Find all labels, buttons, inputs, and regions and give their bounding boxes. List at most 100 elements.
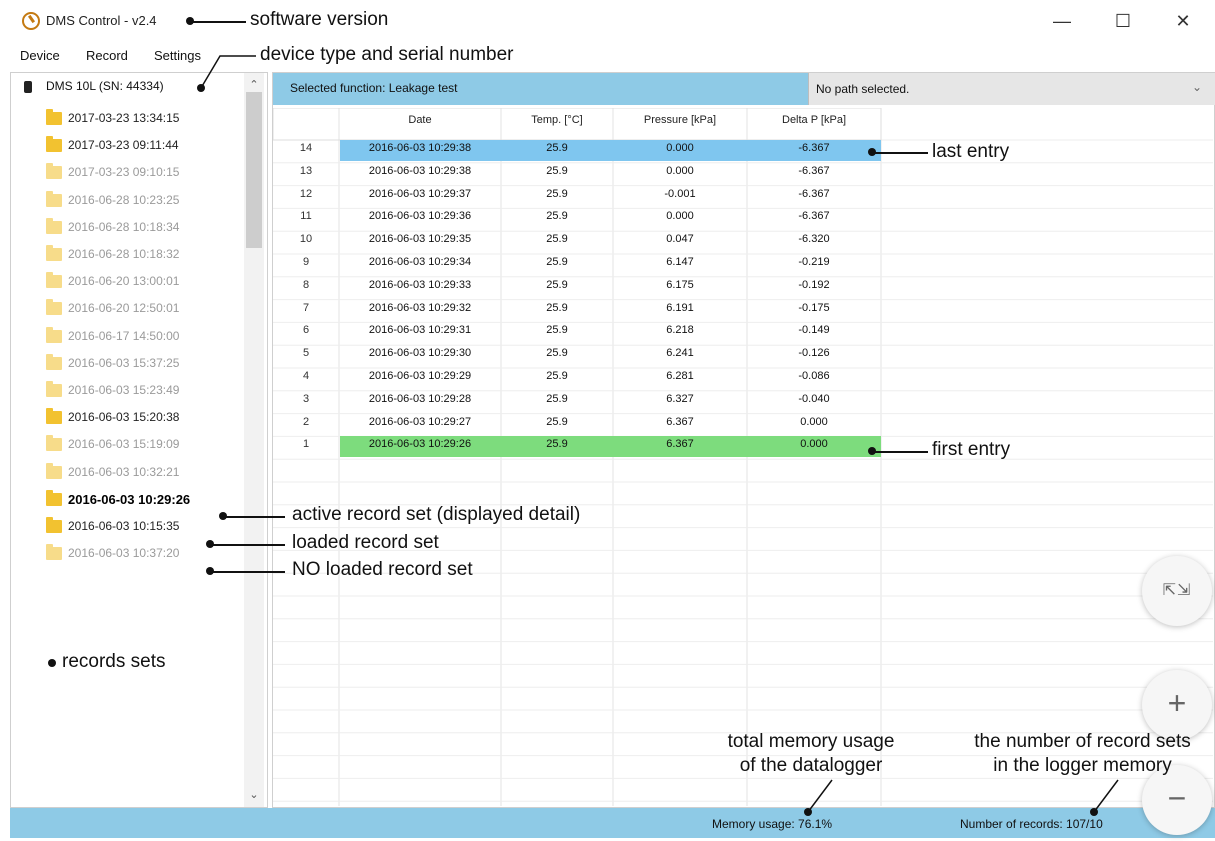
record-set-item[interactable]: 2016-06-03 10:32:21: [46, 463, 236, 483]
menu-device[interactable]: Device: [20, 48, 60, 63]
record-set-item[interactable]: 2016-06-03 15:19:09: [46, 435, 236, 455]
path-select-value[interactable]: No path selected.: [816, 82, 909, 96]
record-set-item[interactable]: 2016-06-20 12:50:01: [46, 299, 236, 319]
table-cell-date: 2016-06-03 10:29:35: [368, 233, 472, 245]
record-set-label: 2016-06-03 15:23:49: [68, 383, 180, 397]
table-cell-temp: 25.9: [546, 324, 568, 336]
record-set-item[interactable]: 2017-03-23 13:34:15: [46, 109, 236, 129]
table-cell-date: 2016-06-03 10:29:29: [368, 370, 472, 382]
row-number: 2: [302, 416, 310, 428]
table-cell-pressure: 6.367: [666, 438, 694, 450]
column-header[interactable]: Pressure [kPa]: [613, 114, 747, 126]
table-cell-date: 2016-06-03 10:29:33: [368, 279, 472, 291]
table-cell-date: 2016-06-03 10:29:30: [368, 347, 472, 359]
maximize-icon[interactable]: ☐: [1103, 8, 1143, 34]
table-cell-delta: -6.320: [798, 233, 830, 245]
folder-icon: [46, 408, 62, 424]
annotation-records-sets: records sets: [62, 651, 166, 672]
table-cell-temp: 25.9: [546, 347, 568, 359]
annotation-num-line2: in the logger memory: [993, 755, 1172, 776]
table-cell-temp: 25.9: [546, 256, 568, 268]
table-cell-pressure: 6.367: [666, 416, 694, 428]
folder-icon: [46, 191, 62, 207]
annotation-line: [225, 516, 285, 518]
record-set-item[interactable]: 2016-06-28 10:23:25: [46, 191, 236, 211]
folder-icon: [46, 435, 62, 451]
record-set-item[interactable]: 2016-06-03 15:20:38: [46, 408, 236, 428]
annotation-memory-line1: total memory usage: [727, 731, 895, 752]
row-number: 7: [302, 302, 310, 314]
row-number: 5: [302, 347, 310, 359]
table-cell-pressure: 6.218: [666, 324, 694, 336]
annotation-first-entry: first entry: [932, 439, 1011, 460]
row-number: 12: [299, 188, 313, 200]
record-set-item[interactable]: 2016-06-03 10:15:35: [46, 517, 236, 537]
record-set-item[interactable]: 2016-06-03 15:37:25: [46, 354, 236, 374]
record-set-label: 2016-06-03 10:29:26: [68, 492, 191, 507]
record-set-item[interactable]: 2016-06-28 10:18:32: [46, 245, 236, 265]
folder-icon: [46, 136, 62, 152]
table-cell-delta: -0.040: [798, 393, 830, 405]
column-header[interactable]: Delta P [kPa]: [747, 114, 881, 126]
record-set-item[interactable]: 2016-06-03 10:29:26: [46, 490, 236, 510]
row-number: 3: [302, 393, 310, 405]
menu-settings[interactable]: Settings: [154, 48, 201, 63]
table-cell-delta: -6.367: [798, 210, 830, 222]
annotation-line: [212, 571, 285, 573]
annotation-line: [1090, 779, 1119, 816]
tree-scrollbar-thumb[interactable]: [246, 92, 262, 248]
record-set-label: 2016-06-03 15:37:25: [68, 356, 180, 370]
record-set-item[interactable]: 2016-06-03 10:37:20: [46, 544, 236, 564]
folder-icon: [46, 544, 62, 560]
row-number: 14: [299, 142, 313, 154]
annotation-line: [200, 55, 256, 89]
table-cell-delta: 0.000: [800, 416, 828, 428]
table-cell-delta: -6.367: [798, 165, 830, 177]
annotation-software-version: software version: [250, 9, 389, 30]
table-cell-pressure: 6.281: [666, 370, 694, 382]
app-logo-icon: [22, 12, 40, 30]
record-set-item[interactable]: 2016-06-03 15:23:49: [46, 381, 236, 401]
zoom-in-button[interactable]: +: [1142, 670, 1212, 740]
device-label[interactable]: DMS 10L (SN: 44334): [46, 79, 164, 93]
table-cell-date: 2016-06-03 10:29:28: [368, 393, 472, 405]
close-icon[interactable]: ✕: [1163, 8, 1203, 34]
folder-icon: [46, 327, 62, 343]
table-cell-date: 2016-06-03 10:29:36: [368, 210, 472, 222]
annotation-dot: [48, 659, 56, 667]
minus-icon: −: [1167, 780, 1187, 816]
record-set-label: 2017-03-23 09:10:15: [68, 165, 180, 179]
memory-usage: Memory usage: 76.1%: [712, 817, 833, 831]
table-cell-temp: 25.9: [546, 370, 568, 382]
table-cell-pressure: 6.147: [666, 256, 694, 268]
table-cell-date: 2016-06-03 10:29:26: [368, 438, 472, 450]
table-cell-delta: -0.175: [798, 302, 830, 314]
annotation-device-type: device type and serial number: [260, 44, 514, 65]
folder-icon: [46, 354, 62, 370]
table-cell-delta: -6.367: [798, 142, 830, 154]
record-set-item[interactable]: 2016-06-17 14:50:00: [46, 327, 236, 347]
table-cell-temp: 25.9: [546, 438, 568, 450]
column-header[interactable]: Date: [339, 114, 501, 126]
scroll-down-icon[interactable]: ⌄: [246, 788, 262, 801]
annotation-num-line1: the number of record sets: [974, 731, 1191, 752]
table-cell-pressure: 6.241: [666, 347, 694, 359]
row-number: 6: [302, 324, 310, 336]
record-set-item[interactable]: 2017-03-23 09:10:15: [46, 163, 236, 183]
folder-icon: [46, 218, 62, 234]
record-set-item[interactable]: 2016-06-20 13:00:01: [46, 272, 236, 292]
record-set-label: 2016-06-28 10:23:25: [68, 193, 180, 207]
column-header[interactable]: Temp. [°C]: [501, 114, 613, 126]
table-cell-delta: -0.192: [798, 279, 830, 291]
minimize-icon[interactable]: —: [1042, 8, 1082, 34]
record-set-item[interactable]: 2017-03-23 09:11:44: [46, 136, 236, 156]
menu-record[interactable]: Record: [86, 48, 128, 63]
table-cell-temp: 25.9: [546, 279, 568, 291]
row-number: 11: [300, 210, 312, 222]
collapse-button[interactable]: ⇱⇲: [1142, 556, 1212, 626]
chevron-down-icon[interactable]: ⌄: [1192, 80, 1202, 94]
table-cell-delta: -6.367: [798, 188, 830, 200]
record-set-item[interactable]: 2016-06-28 10:18:34: [46, 218, 236, 238]
row-number: 1: [302, 438, 310, 450]
title-bar: [0, 0, 1215, 44]
